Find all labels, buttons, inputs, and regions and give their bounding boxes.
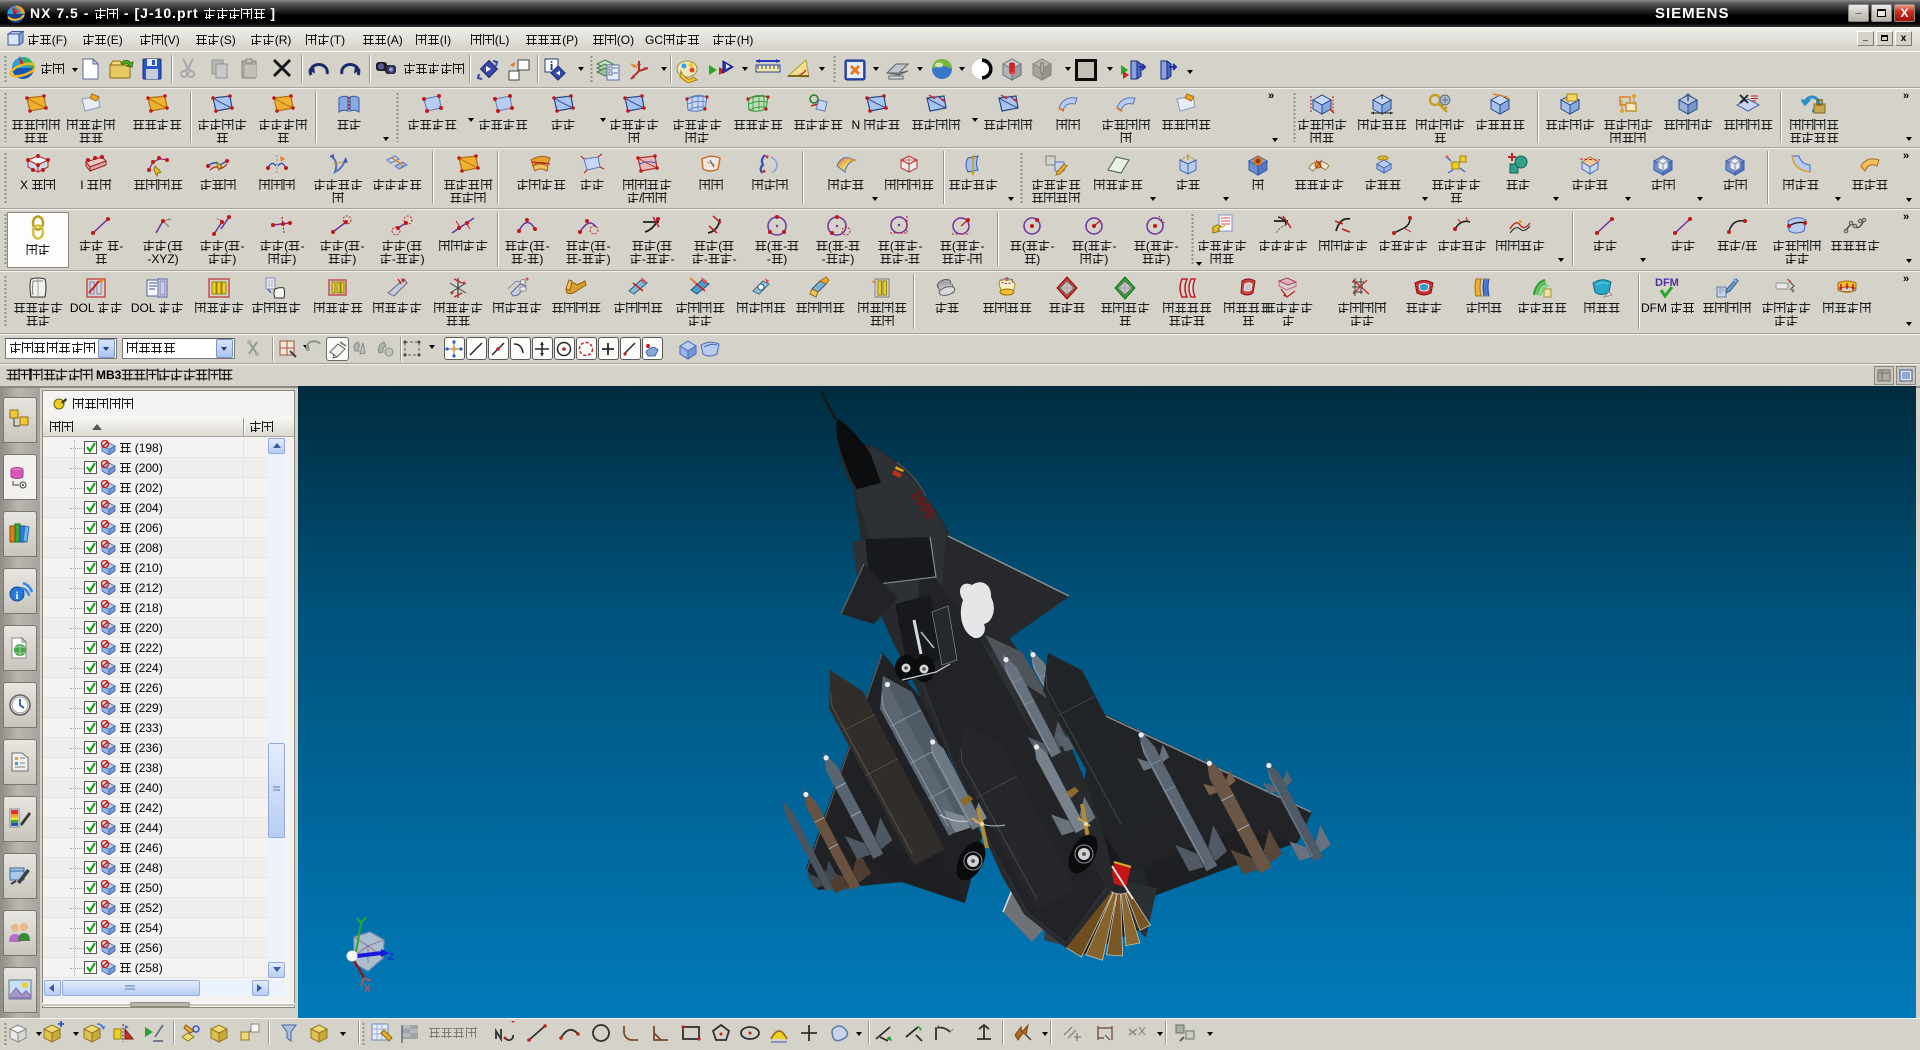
svg-text:X: X xyxy=(364,984,371,995)
svg-text:Z: Z xyxy=(388,952,394,963)
